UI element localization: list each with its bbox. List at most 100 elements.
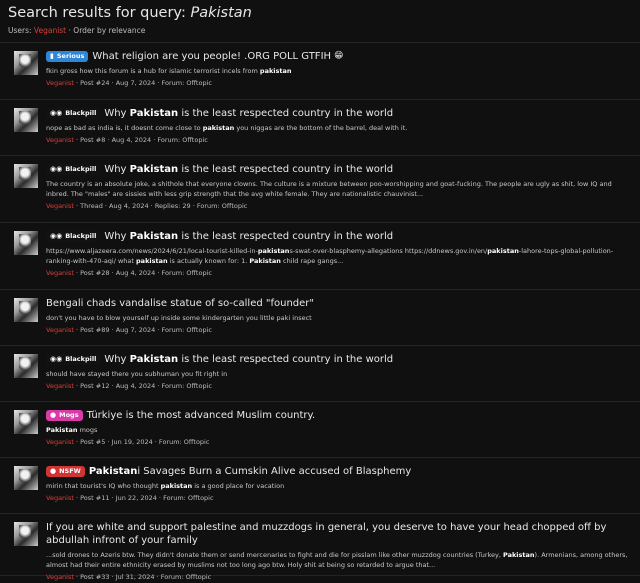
result-meta: Veganist · Thread · Aug 4, 2024 · Replie…	[46, 202, 632, 211]
result-title-link[interactable]: Türkiye is the most advanced Muslim coun…	[87, 409, 316, 422]
snippet-segment: is a good place for vacation	[192, 482, 285, 490]
title-segment: Why	[104, 354, 130, 365]
query-highlight: Pakistan	[129, 354, 179, 365]
result-title-line[interactable]: ◉◉ Blackpill Why Pakistan is the least res…	[46, 230, 632, 243]
author-link[interactable]: Veganist	[46, 326, 74, 334]
author-link[interactable]: Veganist	[46, 382, 74, 390]
prefix-badge[interactable]: ▮ Serious	[46, 51, 89, 62]
result-title-link[interactable]: Why Pakistan is the least respected coun…	[104, 230, 393, 243]
user-avatar[interactable]	[14, 466, 38, 490]
result-snippet: mirin that tourist's IQ who thought paki…	[46, 481, 632, 491]
search-result-item[interactable]: ● Mogs Türkiye is the most advanced Muslim…	[0, 402, 640, 458]
result-title-line[interactable]: ● NSFW Pakistani Savages Burn a Cumskin Al…	[46, 465, 632, 478]
result-title-line[interactable]: Bengali chads vandalise statue of so-cal…	[46, 297, 632, 310]
query-highlight: pakistan	[202, 124, 235, 132]
prefix-badge-label: Mogs	[59, 411, 79, 419]
prefix-badge[interactable]: ● NSFW	[46, 466, 85, 477]
result-snippet: https://www.aljazeera.com/news/2024/6/21…	[46, 246, 632, 266]
prefix-badge-label: Blackpill	[65, 109, 97, 117]
prefix-badge[interactable]: ◉◉ Blackpill	[46, 354, 101, 365]
meta-details[interactable]: · Post #12 · Aug 4, 2024 · Forum: Offtop…	[74, 382, 212, 390]
page-title-prefix: Search results for query:	[8, 5, 191, 21]
meta-details[interactable]: · Post #5 · Jun 19, 2024 · Forum: Offtop…	[74, 438, 209, 446]
query-highlight: Pakistan	[503, 551, 535, 559]
search-results-list: ▮ Serious What religion are you people! .O…	[0, 42, 640, 581]
prefix-badge[interactable]: ◉◉ Blackpill	[46, 108, 101, 119]
search-result-item[interactable]: ◉◉ Blackpill Why Pakistan is the least res…	[0, 100, 640, 156]
result-title-link[interactable]: Pakistani Savages Burn a Cumskin Alive a…	[89, 465, 411, 478]
prefix-badge-label: NSFW	[59, 467, 81, 475]
user-avatar[interactable]	[14, 298, 38, 322]
title-segment: What religion are you people! .ORG POLL …	[92, 51, 332, 62]
result-title-line[interactable]: ▮ Serious What religion are you people! .O…	[46, 50, 632, 63]
result-title-link[interactable]: Why Pakistan is the least respected coun…	[104, 107, 393, 120]
result-body: ◉◉ Blackpill Why Pakistan is the least res…	[46, 230, 632, 289]
snippet-segment: mirin that tourist's IQ who thought	[46, 482, 161, 490]
meta-details[interactable]: · Post #24 · Aug 7, 2024 · Forum: Offtop…	[74, 79, 212, 87]
users-filter-label: Users:	[8, 26, 34, 35]
query-highlight: pakistan	[487, 247, 519, 255]
result-snippet: Pakistan mogs	[46, 425, 632, 435]
result-title-line[interactable]: ◉◉ Blackpill Why Pakistan is the least res…	[46, 353, 632, 366]
author-link[interactable]: Veganist	[46, 269, 74, 277]
meta-details[interactable]: · Post #11 · Jun 22, 2024 · Forum: Offto…	[74, 494, 214, 502]
title-segment: Türkiye is the most advanced Muslim coun…	[86, 410, 316, 421]
meta-details[interactable]: · Post #28 · Aug 4, 2024 · Forum: Offtop…	[74, 269, 212, 277]
author-link[interactable]: Veganist	[46, 438, 74, 446]
search-result-item[interactable]: If you are white and support palestine a…	[0, 514, 640, 581]
query-highlight: Pakistan	[249, 257, 281, 265]
search-result-item[interactable]: ◉◉ Blackpill Why Pakistan is the least res…	[0, 223, 640, 290]
meta-details[interactable]: · Post #89 · Aug 7, 2024 · Forum: Offtop…	[74, 326, 212, 334]
search-result-item[interactable]: Bengali chads vandalise statue of so-cal…	[0, 290, 640, 346]
result-title-line[interactable]: If you are white and support palestine a…	[46, 521, 632, 547]
search-result-item[interactable]: ◉◉ Blackpill Why Pakistan is the least res…	[0, 346, 640, 402]
meta-details[interactable]: · Post #8 · Aug 4, 2024 · Forum: Offtopi…	[74, 136, 208, 144]
result-title-link[interactable]: Bengali chads vandalise statue of so-cal…	[46, 297, 314, 310]
snippet-segment: The country is an absolute joke, a shith…	[46, 180, 612, 198]
query-highlight: pakistan	[257, 247, 290, 255]
title-segment: Why	[104, 164, 130, 175]
snippet-segment: you niggas are the bottom of the barrel,…	[234, 124, 408, 132]
search-result-item[interactable]: ◉◉ Blackpill Why Pakistan is the least res…	[0, 156, 640, 223]
user-avatar[interactable]	[14, 522, 38, 546]
result-title-link[interactable]: If you are white and support palestine a…	[46, 521, 632, 547]
query-highlight: Pakistan	[129, 108, 179, 119]
author-link[interactable]: Veganist	[46, 494, 74, 502]
title-segment: is the least respected country in the wo…	[178, 108, 394, 119]
result-title-line[interactable]: ◉◉ Blackpill Why Pakistan is the least res…	[46, 107, 632, 120]
result-meta: Veganist · Post #12 · Aug 4, 2024 · Foru…	[46, 382, 632, 391]
grin-emoji-icon: 😁	[334, 51, 344, 61]
user-avatar[interactable]	[14, 231, 38, 255]
search-result-item[interactable]: ● NSFW Pakistani Savages Burn a Cumskin Al…	[0, 458, 640, 514]
user-avatar[interactable]	[14, 164, 38, 188]
result-meta: Veganist · Post #11 · Jun 22, 2024 · For…	[46, 494, 632, 503]
result-title-link[interactable]: Why Pakistan is the least respected coun…	[104, 353, 393, 366]
user-avatar[interactable]	[14, 51, 38, 75]
author-link[interactable]: Veganist	[46, 79, 74, 87]
user-avatar[interactable]	[14, 410, 38, 434]
nsfw-icon: ●	[50, 467, 57, 475]
result-title-link[interactable]: Why Pakistan is the least respected coun…	[104, 163, 393, 176]
result-title-line[interactable]: ● Mogs Türkiye is the most advanced Muslim…	[46, 409, 632, 422]
meta-details[interactable]: · Post #33 · Jul 31, 2024 · Forum: Offto…	[74, 573, 211, 581]
snippet-segment: is actually known for: 1.	[167, 257, 250, 265]
query-highlight: Pakistan	[46, 426, 78, 434]
prefix-badge[interactable]: ◉◉ Blackpill	[46, 164, 101, 175]
prefix-badge[interactable]: ◉◉ Blackpill	[46, 231, 101, 242]
result-snippet: fkin gross how this forum is a hub for i…	[46, 66, 632, 76]
result-title-link[interactable]: What religion are you people! .ORG POLL …	[92, 50, 331, 63]
result-title-line[interactable]: ◉◉ Blackpill Why Pakistan is the least res…	[46, 163, 632, 176]
snippet-segment: https://www.aljazeera.com/news/2024/6/21…	[46, 247, 258, 255]
search-result-item[interactable]: ▮ Serious What religion are you people! .O…	[0, 43, 640, 100]
author-link[interactable]: Veganist	[46, 202, 74, 210]
author-link[interactable]: Veganist	[46, 573, 74, 581]
users-filter-value[interactable]: Veganist	[34, 26, 66, 35]
prefix-badge[interactable]: ● Mogs	[46, 410, 83, 421]
user-avatar[interactable]	[14, 354, 38, 378]
title-segment: If you are white and support palestine a…	[46, 522, 607, 546]
snippet-segment: child rape gangs...	[280, 257, 344, 265]
meta-details[interactable]: · Thread · Aug 4, 2024 · Replies: 29 · F…	[74, 202, 247, 210]
user-avatar[interactable]	[14, 108, 38, 132]
author-link[interactable]: Veganist	[46, 136, 74, 144]
order-by-label[interactable]: · Order by relevance	[66, 26, 146, 35]
